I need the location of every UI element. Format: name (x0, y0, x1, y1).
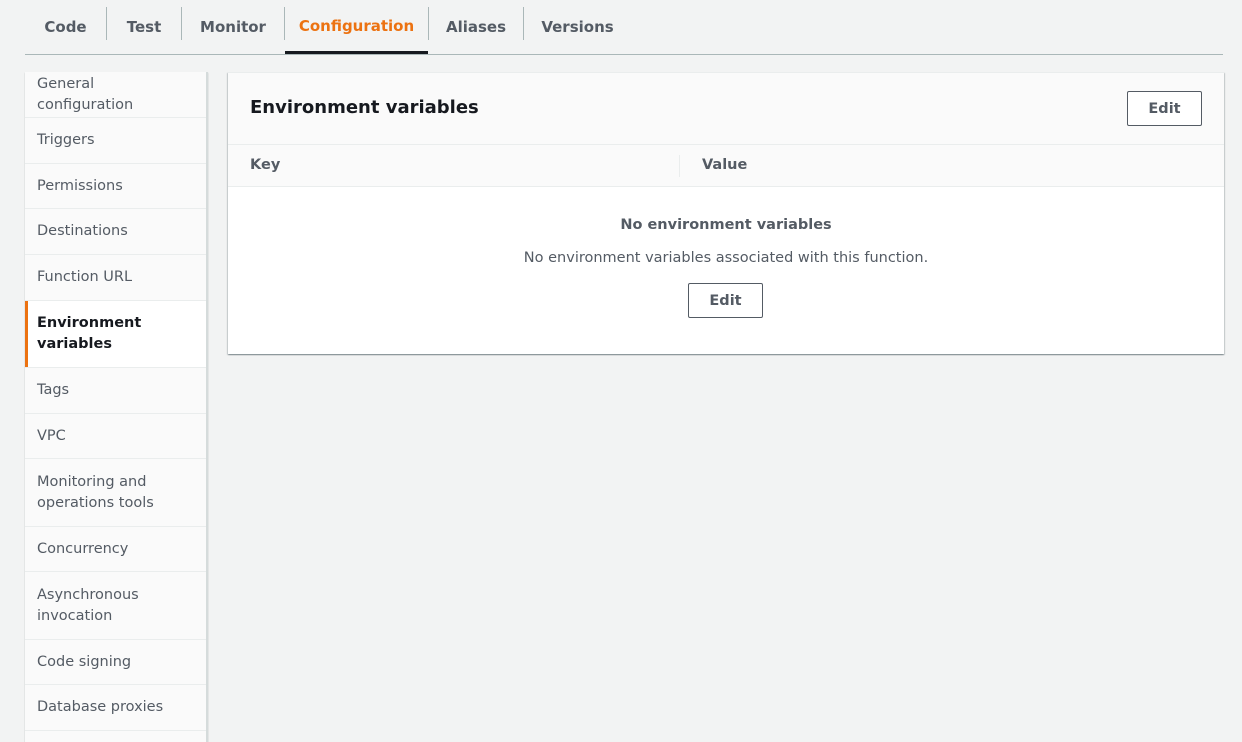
sidebar-item-label: Concurrency (37, 540, 129, 557)
panel-header: Environment variables Edit (228, 73, 1224, 145)
sidebar-item-label: Function URL (37, 269, 133, 285)
empty-state-description: No environment variables associated with… (523, 250, 929, 266)
sidebar-item-general-configuration[interactable]: General configuration (25, 72, 206, 118)
sidebar-item-triggers[interactable]: Triggers (25, 118, 206, 164)
empty-state-edit-button[interactable]: Edit (688, 283, 763, 318)
sidebar-item-label: VPC (37, 427, 66, 444)
sidebar-item-label: Environment variables (37, 315, 142, 352)
empty-state-title: No environment variables (620, 217, 832, 233)
tab-versions[interactable]: Versions (524, 0, 631, 54)
edit-button[interactable]: Edit (1127, 91, 1202, 126)
sidebar-item-tags[interactable]: Tags (25, 368, 206, 414)
sidebar-item-database-proxies[interactable]: Database proxies (25, 685, 206, 731)
panel-title: Environment variables (250, 97, 479, 118)
sidebar-item-label: Database proxies (37, 699, 164, 715)
tab-monitor[interactable]: Monitor (182, 0, 284, 54)
sidebar-item-environment-variables[interactable]: Environment variables (25, 301, 206, 368)
sidebar-item-label: Code signing (37, 653, 132, 670)
column-divider (679, 155, 680, 177)
column-header-value: Value (702, 157, 748, 173)
sidebar-item-concurrency[interactable]: Concurrency (25, 527, 206, 572)
sidebar-item-label: Asynchronous invocation (37, 586, 139, 624)
tab-bar: Code Test Monitor Configuration Aliases … (25, 0, 1223, 55)
sidebar-item-label: Permissions (37, 177, 123, 194)
sidebar-item-destinations[interactable]: Destinations (25, 209, 206, 255)
environment-variables-panel: Environment variables Edit Key Value No … (228, 72, 1224, 354)
sidebar-item-label: Triggers (37, 132, 95, 148)
tab-test[interactable]: Test (107, 0, 181, 54)
sidebar-item-code-signing[interactable]: Code signing (25, 640, 206, 685)
sidebar-item-function-url[interactable]: Function URL (25, 255, 206, 301)
tab-code[interactable]: Code (25, 0, 106, 54)
sidebar-item-monitoring-tools[interactable]: Monitoring and operations tools (25, 459, 206, 527)
sidebar-item-label: Destinations (37, 223, 128, 239)
sidebar-item-label: Tags (37, 382, 70, 398)
sidebar-item-asynchronous-invocation[interactable]: Asynchronous invocation (25, 572, 206, 640)
sidebar-item-label: Monitoring and operations tools (37, 473, 154, 511)
sidebar-item-permissions[interactable]: Permissions (25, 164, 206, 209)
sidebar-item-label: General configuration (37, 75, 134, 113)
tab-aliases[interactable]: Aliases (429, 0, 523, 54)
sidebar-item-vpc[interactable]: VPC (25, 414, 206, 459)
tab-configuration[interactable]: Configuration (285, 0, 428, 54)
configuration-sidebar: General configuration Triggers Permissio… (25, 72, 208, 742)
column-header-key: Key (250, 157, 281, 173)
table-header: Key Value (228, 145, 1224, 187)
